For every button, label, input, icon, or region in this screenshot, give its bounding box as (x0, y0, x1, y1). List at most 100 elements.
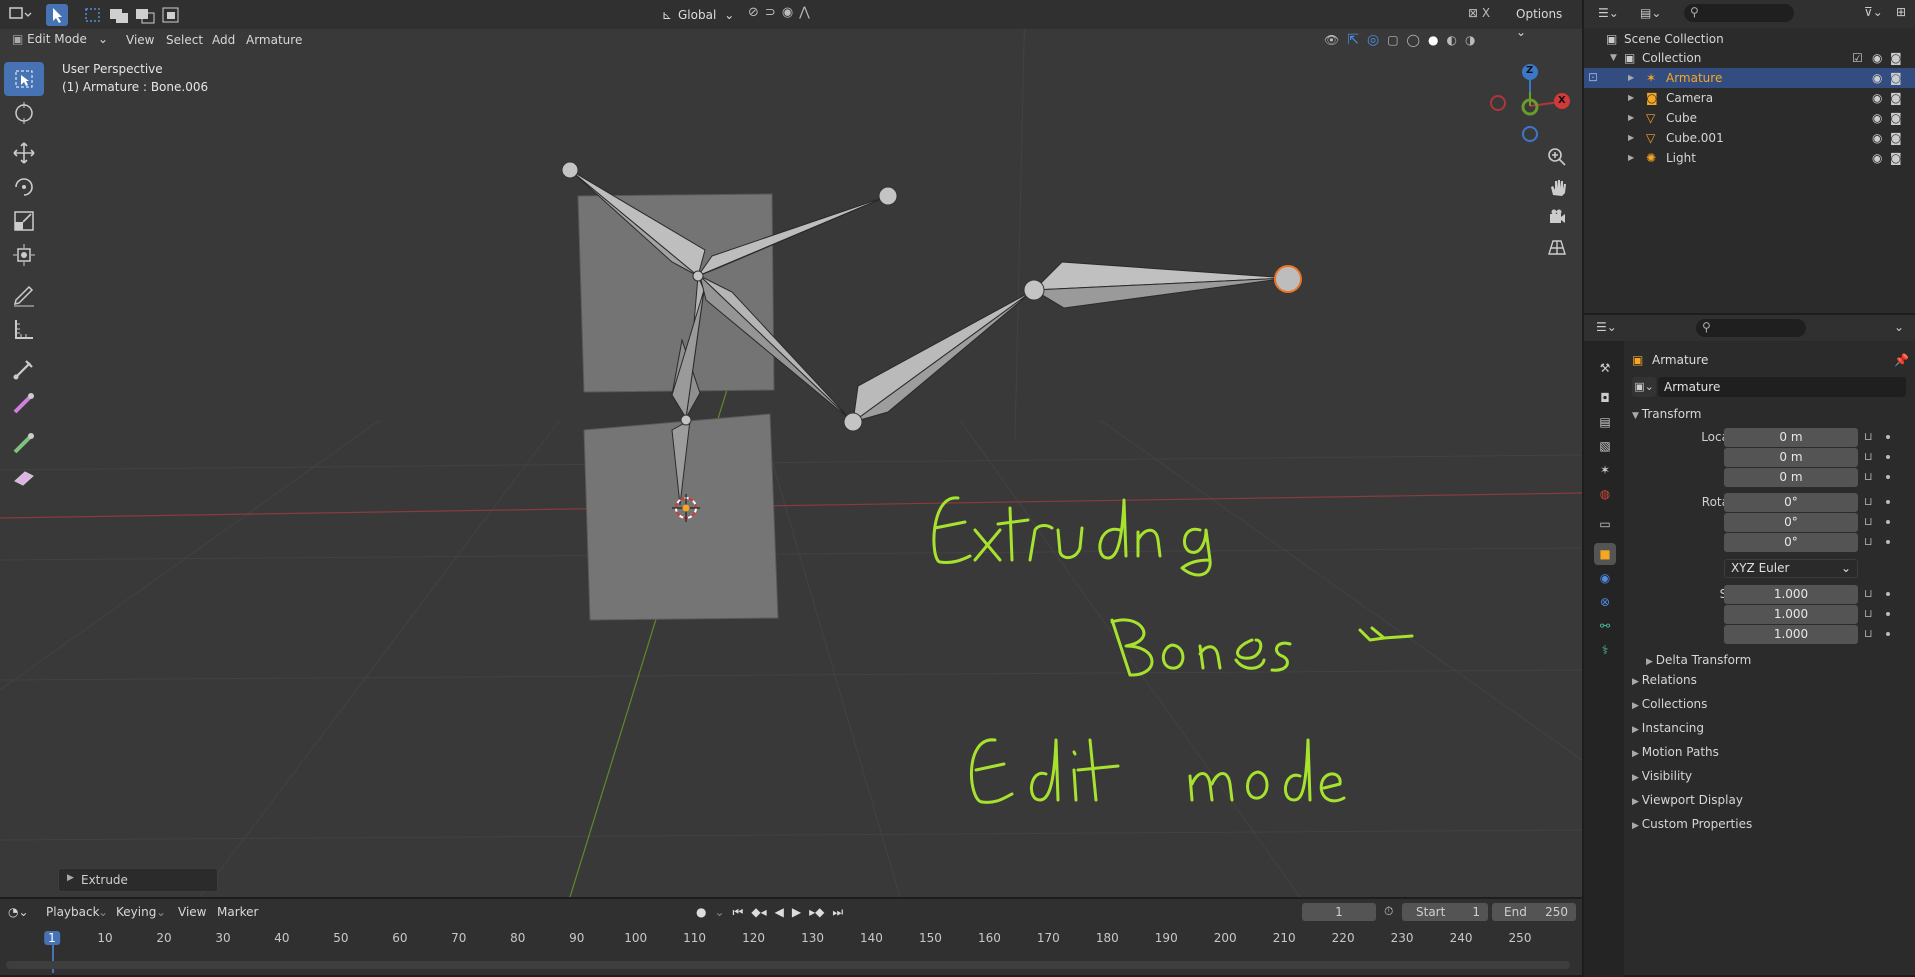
camera-view-button[interactable] (1544, 204, 1570, 230)
stopwatch-icon[interactable]: ⏱ (1384, 904, 1393, 919)
outliner-item-light[interactable]: ▶ ✺ Light ◉ ◙ (1584, 148, 1915, 168)
menu-armature[interactable]: Armature (246, 30, 302, 50)
scale-tool[interactable] (4, 204, 44, 238)
expand-arrow-icon[interactable]: ▶ (1628, 68, 1634, 88)
menu-view-timeline[interactable]: View (178, 905, 206, 919)
tab-object[interactable]: ■ (1594, 543, 1616, 565)
move-tool[interactable] (4, 136, 44, 170)
lock-icon[interactable]: ⊔ (1864, 470, 1873, 483)
tab-collection[interactable]: ▭ (1594, 513, 1616, 535)
tab-output[interactable]: ▤ (1594, 411, 1616, 433)
transform-tool[interactable] (4, 238, 44, 272)
scene-collection-row[interactable]: ▣ Scene Collection (1584, 29, 1915, 49)
tab-bone[interactable]: ⚕ (1594, 639, 1616, 661)
start-frame-field[interactable]: Start 1 (1402, 903, 1488, 921)
rotation-y-field[interactable]: 0° (1724, 513, 1858, 532)
keyframe-dot-icon[interactable] (1886, 612, 1890, 616)
menu-select[interactable]: Select (166, 30, 203, 50)
select-mode-buttons[interactable] (82, 5, 182, 25)
scale-y-field[interactable]: 1.000 (1724, 605, 1858, 624)
tab-world[interactable]: ◍ (1594, 483, 1616, 505)
select-box-tool[interactable] (4, 62, 44, 96)
eye-icon[interactable]: ◉ (1872, 128, 1882, 148)
menu-playback[interactable]: Playback (46, 905, 100, 919)
panel-relations[interactable]: ▶ Relations (1632, 673, 1697, 687)
keyframe-dot-icon[interactable] (1886, 435, 1890, 439)
lock-icon[interactable]: ⊔ (1864, 450, 1873, 463)
tab-armature-data[interactable]: ⚯ (1594, 615, 1616, 637)
tab-view-layer[interactable]: ▧ (1594, 435, 1616, 457)
rotation-mode-dropdown[interactable]: XYZ Euler ⌄ (1724, 559, 1858, 578)
chevron-down-icon[interactable]: ⌄ (1894, 320, 1904, 334)
panel-viewport-display[interactable]: ▶ Viewport Display (1632, 793, 1743, 807)
bone-envelope-tool[interactable] (4, 460, 44, 494)
delta-transform-subpanel[interactable]: ▶ Delta Transform (1646, 653, 1751, 667)
rotation-x-field[interactable]: 0° (1724, 493, 1858, 512)
timeline-editor[interactable]: ◔⌄ Playback ⌄ Keying ⌄ View Marker ● ⌄ ⏮ ◆… (0, 897, 1582, 975)
extrude-bone-tool[interactable] (4, 352, 44, 386)
cube-object[interactable] (577, 193, 775, 393)
properties-editor-icon[interactable]: ☰⌄ (1596, 320, 1617, 334)
menu-add[interactable]: Add (212, 30, 235, 50)
keyframe-dot-icon[interactable] (1886, 455, 1890, 459)
keyframe-dot-icon[interactable] (1886, 475, 1890, 479)
3d-viewport[interactable]: Z X ⊾ Global ⌄ ⊘⊃◉⋀ ⊠ X Options ⌄ ▣ Edit M… (0, 0, 1582, 897)
rotation-z-field[interactable]: 0° (1724, 533, 1858, 552)
roll-tool[interactable] (4, 426, 44, 460)
editor-type-button[interactable] (8, 4, 36, 24)
viewport-scene[interactable] (0, 0, 1582, 897)
current-frame-indicator[interactable]: 1 (44, 931, 60, 945)
panel-custom-properties[interactable]: ▶ Custom Properties (1632, 817, 1752, 831)
selected-bone-tail[interactable] (1274, 265, 1302, 293)
scale-x-field[interactable]: 1.000 (1724, 585, 1858, 604)
lock-icon[interactable]: ⊔ (1864, 587, 1873, 600)
expand-arrow-icon[interactable]: ▶ (1628, 88, 1634, 108)
panel-collections[interactable]: ▶ Collections (1632, 697, 1707, 711)
last-operator-panel[interactable]: ▶ Extrude (58, 868, 218, 892)
keyframe-dot-icon[interactable] (1886, 500, 1890, 504)
outliner-item-cube-001[interactable]: ▶ ▽ Cube.001 ◉ ◙ (1584, 128, 1915, 148)
lock-icon[interactable]: ⊔ (1864, 430, 1873, 443)
outliner-item-cube[interactable]: ▶ ▽ Cube ◉ ◙ (1584, 108, 1915, 128)
cursor-tool[interactable] (4, 96, 44, 130)
camera-render-icon[interactable]: ◙ (1890, 148, 1902, 168)
keyframe-dot-icon[interactable] (1886, 520, 1890, 524)
properties-search-input[interactable]: ⚲ (1696, 319, 1806, 337)
camera-render-icon[interactable]: ◙ (1890, 108, 1902, 128)
new-collection-icon[interactable]: ⊞ (1896, 5, 1906, 19)
outliner-search-input[interactable]: ⚲ (1684, 4, 1794, 22)
viewport-shading-controls[interactable]: 👁 ⇱ ◎ ▢ ◯ ● ◐ ◑ (1324, 31, 1578, 49)
eye-icon[interactable]: ◉ (1872, 68, 1882, 88)
pin-icon[interactable]: 📌 (1894, 353, 1909, 367)
xray-toggle[interactable]: ⊠ X (1468, 6, 1498, 20)
select-tool-button[interactable] (46, 4, 68, 26)
transform-panel-header[interactable]: ▼ Transform (1632, 407, 1702, 421)
filter-icon[interactable]: ⊽⌄ (1864, 5, 1883, 19)
display-mode-icon[interactable]: ▤⌄ (1640, 6, 1661, 20)
annotate-tool[interactable] (4, 278, 44, 312)
timeline-scrollbar[interactable] (6, 961, 1570, 969)
camera-render-icon[interactable]: ◙ (1890, 68, 1902, 88)
lock-icon[interactable]: ⊔ (1864, 535, 1873, 548)
scale-z-field[interactable]: 1.000 (1724, 625, 1858, 644)
zoom-button[interactable] (1544, 144, 1570, 170)
tab-constraints[interactable]: ⊗ (1594, 591, 1616, 613)
location-x-field[interactable]: 0 m (1724, 428, 1858, 447)
edit-mode-indicator-icon[interactable]: ⊡ (1588, 70, 1606, 88)
expand-arrow-icon[interactable]: ▶ (1628, 108, 1634, 128)
menu-view[interactable]: View (126, 30, 154, 50)
keyframe-dot-icon[interactable] (1886, 632, 1890, 636)
tab-physics[interactable]: ◉ (1594, 567, 1616, 589)
location-y-field[interactable]: 0 m (1724, 448, 1858, 467)
lock-icon[interactable]: ⊔ (1864, 495, 1873, 508)
lock-icon[interactable]: ⊔ (1864, 515, 1873, 528)
outliner-editor-icon[interactable]: ☰⌄ (1598, 6, 1619, 20)
tab-tool[interactable]: ⚒ (1594, 357, 1616, 379)
eye-icon[interactable]: ◉ (1872, 108, 1882, 128)
mode-dropdown[interactable]: ▣ Edit Mode ⌄ (6, 30, 112, 50)
panel-instancing[interactable]: ▶ Instancing (1632, 721, 1704, 735)
location-z-field[interactable]: 0 m (1724, 468, 1858, 487)
panel-visibility[interactable]: ▶ Visibility (1632, 769, 1692, 783)
keyframe-dot-icon[interactable] (1886, 540, 1890, 544)
tab-scene[interactable]: ✶ (1594, 459, 1616, 481)
